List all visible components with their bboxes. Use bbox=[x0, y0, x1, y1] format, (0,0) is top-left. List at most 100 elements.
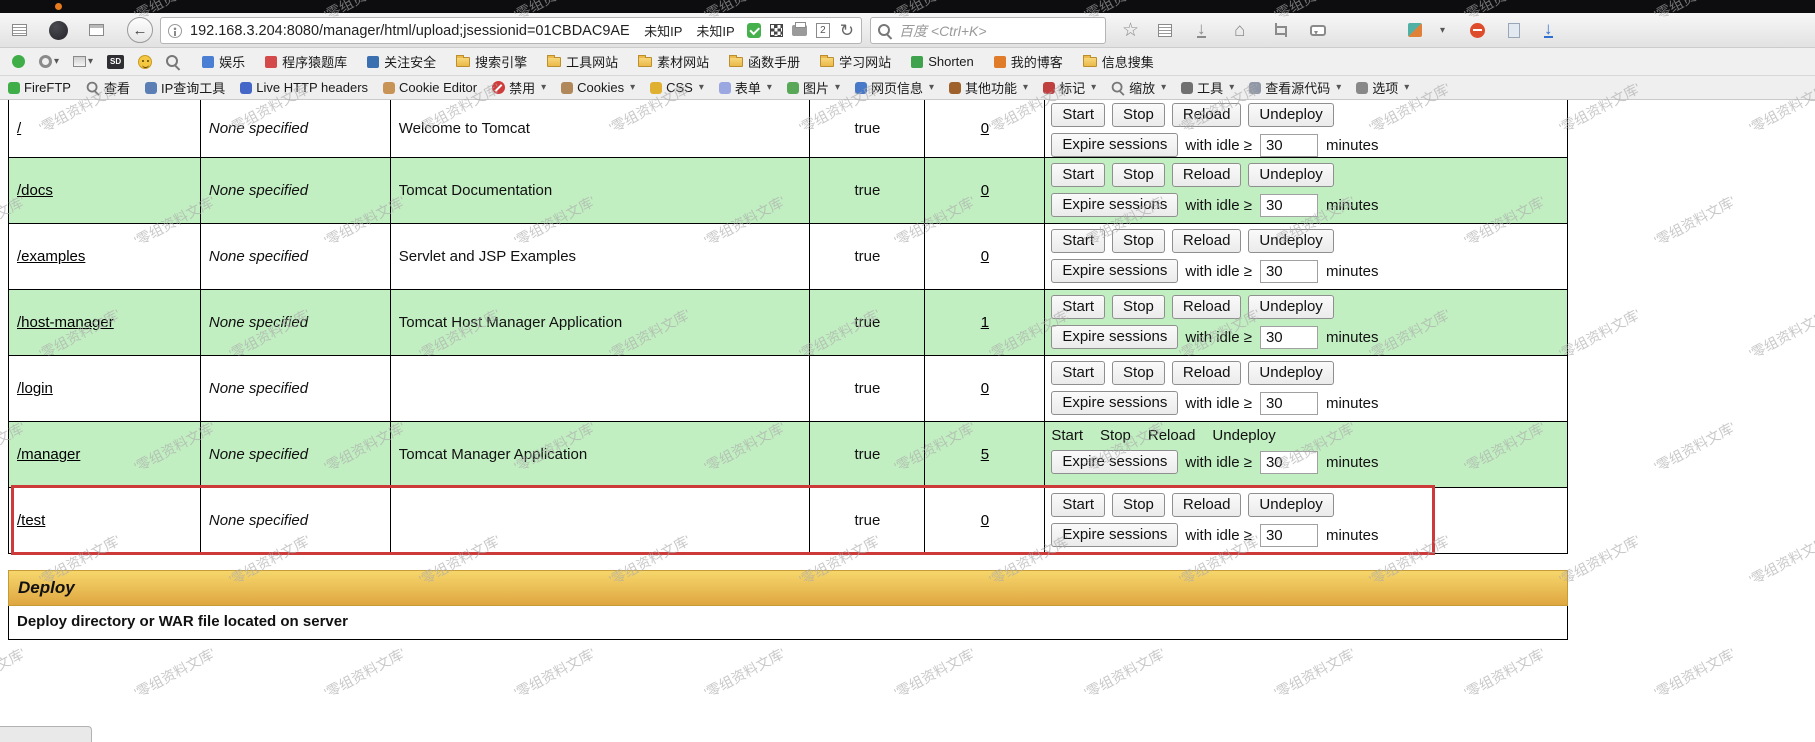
reload-button[interactable]: Reload bbox=[1172, 493, 1242, 517]
reload-button[interactable]: Reload bbox=[1172, 229, 1242, 253]
devbar-item[interactable]: 网页信息▾ bbox=[855, 78, 934, 97]
app-path-link[interactable]: / bbox=[17, 120, 21, 137]
reload-button[interactable]: Reload bbox=[1172, 103, 1242, 127]
bookmark-item[interactable]: 学习网站 bbox=[820, 52, 891, 71]
start-button[interactable]: Start bbox=[1051, 295, 1105, 319]
app-path-link[interactable]: /examples bbox=[17, 248, 85, 265]
feedback-bubble-icon[interactable] bbox=[1310, 25, 1326, 36]
expire-sessions-button[interactable]: Expire sessions bbox=[1051, 259, 1178, 283]
expire-sessions-button[interactable]: Expire sessions bbox=[1051, 450, 1178, 474]
bookmark-item[interactable]: Shorten bbox=[911, 54, 974, 69]
search-input[interactable] bbox=[899, 23, 1079, 39]
bookmarks-menu-icon[interactable] bbox=[1158, 24, 1172, 37]
magnifier-icon[interactable] bbox=[166, 55, 180, 69]
bookmark-item[interactable]: 搜索引擎 bbox=[456, 52, 527, 71]
start-button[interactable]: Start bbox=[1051, 493, 1105, 517]
bookmark-item[interactable]: 娱乐 bbox=[202, 52, 245, 71]
devbar-item[interactable]: FireFTP bbox=[8, 80, 71, 95]
window-icon[interactable] bbox=[89, 24, 104, 36]
app-sessions-link[interactable]: 0 bbox=[981, 248, 989, 265]
devbar-item[interactable]: Cookie Editor bbox=[383, 80, 477, 95]
idle-minutes-input[interactable] bbox=[1260, 134, 1318, 157]
devbar-item[interactable]: 查看源代码▾ bbox=[1249, 78, 1341, 97]
bookmark-item[interactable]: 素材网站 bbox=[638, 52, 709, 71]
devbar-item[interactable]: 禁用▾ bbox=[492, 78, 546, 97]
stop-button[interactable]: Stop bbox=[1112, 163, 1165, 187]
devbar-item[interactable]: 标记▾ bbox=[1043, 78, 1096, 97]
devbar-item[interactable]: 图片▾ bbox=[787, 78, 840, 97]
devbar-item[interactable]: 工具▾ bbox=[1181, 78, 1234, 97]
idle-minutes-input[interactable] bbox=[1260, 392, 1318, 415]
start-button[interactable]: Start bbox=[1051, 163, 1105, 187]
green-status-icon[interactable] bbox=[12, 55, 25, 68]
reload-button[interactable]: ↻ bbox=[840, 22, 854, 39]
app-path-link[interactable]: /test bbox=[17, 512, 45, 529]
undeploy-button[interactable]: Undeploy bbox=[1248, 295, 1333, 319]
stop-button[interactable]: Stop bbox=[1112, 103, 1165, 127]
idle-minutes-input[interactable] bbox=[1260, 451, 1318, 474]
bookmark-item[interactable]: 我的博客 bbox=[994, 52, 1063, 71]
expire-sessions-button[interactable]: Expire sessions bbox=[1051, 523, 1178, 547]
app-sessions-link[interactable]: 1 bbox=[981, 314, 989, 331]
expire-sessions-button[interactable]: Expire sessions bbox=[1051, 325, 1178, 349]
reload-button[interactable]: Reload bbox=[1172, 163, 1242, 187]
page-count-icon[interactable]: 2 bbox=[816, 23, 830, 38]
start-button[interactable]: Start bbox=[1051, 103, 1105, 127]
adblock-icon[interactable] bbox=[1470, 23, 1485, 38]
history-icon[interactable] bbox=[73, 56, 86, 67]
bookmark-item[interactable]: 工具网站 bbox=[547, 52, 618, 71]
security-check-icon[interactable] bbox=[747, 23, 762, 38]
bookmark-item[interactable]: 程序猿题库 bbox=[265, 52, 347, 71]
reload-button[interactable]: Reload bbox=[1172, 295, 1242, 319]
downloads-icon[interactable]: ↓ bbox=[1197, 22, 1206, 38]
undeploy-button[interactable]: Undeploy bbox=[1248, 493, 1333, 517]
screenshot-crop-icon[interactable] bbox=[1272, 23, 1287, 38]
start-button[interactable]: Start bbox=[1051, 229, 1105, 253]
stop-button[interactable]: Stop bbox=[1112, 361, 1165, 385]
devbar-item[interactable]: Cookies▾ bbox=[561, 80, 635, 95]
chevron-down-icon[interactable]: ▾ bbox=[1440, 25, 1445, 36]
stop-button[interactable]: Stop bbox=[1112, 493, 1165, 517]
gear-icon[interactable] bbox=[39, 55, 52, 68]
app-path-link[interactable]: /host-manager bbox=[17, 314, 114, 331]
expire-sessions-button[interactable]: Expire sessions bbox=[1051, 133, 1178, 157]
undeploy-button[interactable]: Undeploy bbox=[1248, 229, 1333, 253]
devbar-item[interactable]: 缩放▾ bbox=[1111, 78, 1166, 97]
idle-minutes-input[interactable] bbox=[1260, 326, 1318, 349]
app-sessions-link[interactable]: 0 bbox=[981, 380, 989, 397]
idle-minutes-input[interactable] bbox=[1260, 194, 1318, 217]
app-sessions-link[interactable]: 0 bbox=[981, 120, 989, 137]
bookmark-star-icon[interactable]: ☆ bbox=[1122, 21, 1139, 40]
extension-circle-icon[interactable] bbox=[49, 21, 68, 40]
idle-minutes-input[interactable] bbox=[1260, 524, 1318, 547]
devbar-item[interactable]: 选项▾ bbox=[1356, 78, 1409, 97]
devbar-item[interactable]: 查看 bbox=[86, 78, 130, 97]
stop-button[interactable]: Stop bbox=[1112, 295, 1165, 319]
undeploy-button[interactable]: Undeploy bbox=[1248, 103, 1333, 127]
reload-button[interactable]: Reload bbox=[1172, 361, 1242, 385]
app-sessions-link[interactable]: 0 bbox=[981, 182, 989, 199]
undeploy-button[interactable]: Undeploy bbox=[1248, 361, 1333, 385]
search-box[interactable] bbox=[870, 17, 1106, 44]
notes-page-icon[interactable] bbox=[1508, 23, 1520, 38]
addon-icon[interactable] bbox=[1408, 23, 1422, 37]
expire-sessions-button[interactable]: Expire sessions bbox=[1051, 391, 1178, 415]
site-info-icon[interactable] bbox=[168, 24, 182, 38]
app-path-link[interactable]: /manager bbox=[17, 446, 80, 463]
start-button[interactable]: Start bbox=[1051, 361, 1105, 385]
print-icon[interactable] bbox=[792, 25, 807, 36]
app-sessions-link[interactable]: 0 bbox=[981, 512, 989, 529]
bookmark-item[interactable]: 函数手册 bbox=[729, 52, 800, 71]
devbar-item[interactable]: IP查询工具 bbox=[145, 78, 225, 97]
address-bar[interactable]: 192.168.3.204:8080/manager/html/upload;j… bbox=[160, 17, 862, 44]
devbar-item[interactable]: Live HTTP headers bbox=[240, 80, 368, 95]
bookmark-item[interactable]: 关注安全 bbox=[367, 52, 436, 71]
download-helper-icon[interactable]: ↓ bbox=[1544, 22, 1553, 38]
undeploy-button[interactable]: Undeploy bbox=[1248, 163, 1333, 187]
app-path-link[interactable]: /docs bbox=[17, 182, 53, 199]
smiley-icon[interactable] bbox=[138, 55, 152, 69]
bookmark-item[interactable]: 信息搜集 bbox=[1083, 52, 1154, 71]
devbar-item[interactable]: CSS▾ bbox=[650, 80, 704, 95]
reader-mode-icon[interactable] bbox=[12, 24, 27, 36]
expire-sessions-button[interactable]: Expire sessions bbox=[1051, 193, 1178, 217]
